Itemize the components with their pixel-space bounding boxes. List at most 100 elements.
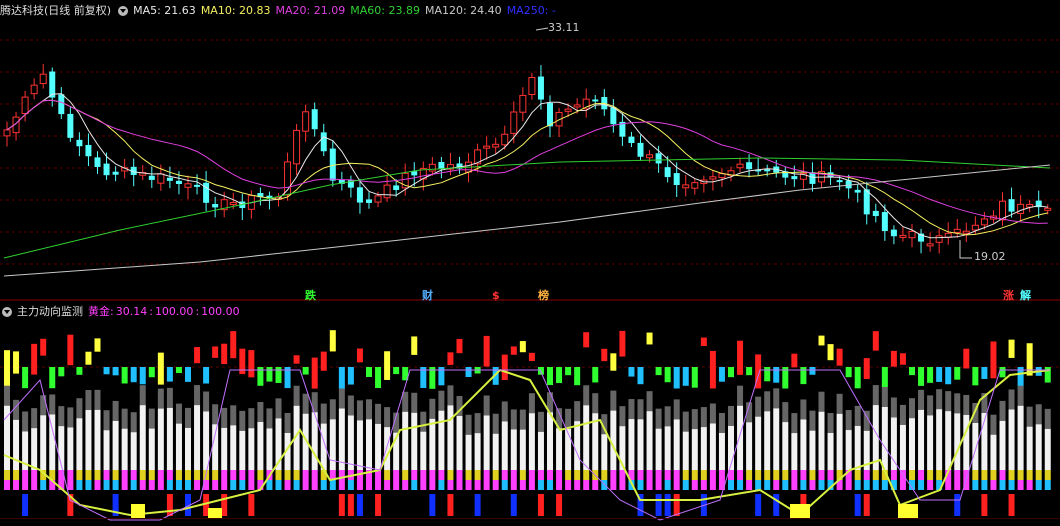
indicator-stack-mid (474, 470, 481, 480)
indicator-stack-low (40, 480, 47, 490)
indicator-stack-mid (547, 470, 553, 480)
indicator-stack-white (438, 410, 445, 470)
indicator-stack-gray (773, 388, 780, 409)
indicator-stack-gray (764, 391, 771, 412)
indicator-stack-white (185, 427, 191, 470)
chart-canvas[interactable] (0, 0, 1060, 526)
indicator-stack-gray (284, 412, 291, 433)
candle-up (184, 183, 192, 188)
indicator-stack-mid (185, 470, 191, 480)
indicator-bar-negative (682, 367, 689, 386)
indicator-title: 主力动向监测 (17, 305, 83, 318)
indicator-stack-gray (130, 412, 137, 433)
indicator-stack-mid (619, 470, 626, 480)
indicator-bar-negative (465, 367, 472, 378)
indicator-stack-gray (990, 414, 997, 435)
indicator-stack-low (67, 480, 74, 490)
indicator-stack-low (275, 480, 282, 490)
event-marker-drop[interactable]: 跌 (305, 289, 316, 303)
gold-signal-block (131, 504, 145, 518)
indicator-bar-positive (356, 348, 363, 363)
indicator-stack-white (447, 405, 454, 470)
indicator-stack-low (130, 480, 137, 490)
indicator-stack-low (347, 480, 354, 490)
candle-up (926, 243, 934, 247)
indicator-stack-mid (782, 470, 789, 480)
indicator-stack-white (103, 430, 110, 470)
event-marker-dividend[interactable]: $ (492, 289, 500, 303)
indicator-stack-mid (746, 470, 753, 480)
candle-down (537, 76, 544, 100)
indicator-stack-white (492, 433, 499, 470)
indicator-stack-gray (329, 399, 336, 420)
indicator-bar-positive (791, 353, 798, 368)
indicator-stack-white (918, 409, 925, 470)
candle-down (356, 187, 363, 203)
indicator-stack-white (203, 411, 210, 470)
indicator-stack-white (827, 432, 834, 470)
indicator-stack-white (465, 434, 472, 470)
indicator-stack-white (175, 423, 182, 470)
indicator-stack-gray (999, 400, 1006, 421)
indicator-stack-mid (402, 470, 409, 480)
indicator-bar-negative (999, 367, 1006, 378)
indicator-stack-mid (999, 470, 1006, 480)
indicator-stack-gray (420, 411, 427, 432)
candle-down (311, 109, 318, 130)
indicator-stack-gray (881, 386, 888, 407)
indicator-bar-positive (4, 350, 10, 389)
indicator-stack-gray (565, 408, 572, 429)
indicator-stack-mid (492, 470, 499, 480)
indicator-stack-mid (918, 470, 925, 480)
candle-down (438, 161, 445, 169)
indicator-stack-low (1008, 480, 1015, 490)
indicator-stack-mid (212, 470, 219, 480)
indicator-bar-negative (537, 367, 544, 375)
indicator-stack-gray (718, 413, 725, 434)
indicator-stack-white (909, 418, 915, 470)
indicator-bar-positive (13, 351, 20, 374)
indicator-stack-white (49, 414, 56, 470)
indicator-stack-mid (456, 470, 463, 480)
indicator-stack-low (791, 480, 798, 490)
indicator-bar-positive (456, 338, 463, 354)
indicator-stack-gray (592, 393, 599, 414)
indicator-bar-negative (121, 367, 128, 384)
event-marker-list[interactable]: 榜 (538, 289, 549, 303)
event-marker-rise[interactable]: 涨 (1003, 289, 1014, 303)
indicator-stack-mid (311, 470, 318, 480)
candle-up (736, 163, 744, 169)
indicator-menu-dropdown-icon[interactable] (2, 307, 12, 317)
candle-down (881, 212, 888, 232)
indicator-bar-negative (76, 367, 83, 375)
indicator-bar-negative (909, 367, 915, 376)
candle-up (501, 133, 509, 146)
indicator-bar-positive (94, 338, 101, 352)
indicator-stack-white (547, 412, 553, 470)
indicator-stack-low (384, 480, 391, 490)
indicator-bar-negative (655, 367, 662, 376)
candle-down (890, 229, 897, 237)
indicator-stack-gray (1026, 406, 1033, 427)
panel-menu-dropdown-icon[interactable] (118, 6, 129, 16)
event-marker-finance[interactable]: 财 (422, 289, 433, 303)
candle-up (428, 163, 436, 172)
indicator-stack-mid (67, 470, 74, 480)
event-marker-unlock[interactable]: 解 (1020, 289, 1031, 303)
candle-down (212, 204, 219, 208)
indicator-stack-low (284, 480, 291, 490)
indicator-stack-mid (818, 470, 825, 480)
indicator-stack-white (13, 419, 20, 470)
candle-up (302, 111, 310, 132)
indicator-bottom-bar (356, 494, 363, 516)
indicator-stack-mid (293, 470, 300, 480)
indicator-stack-mid (411, 470, 418, 480)
candle-down (628, 136, 635, 143)
indicator-bar-positive (872, 331, 879, 351)
ma20-label: MA20: 21.09 (275, 4, 346, 17)
indicator-stack-mid (429, 470, 436, 480)
indicator-stack-white (194, 405, 201, 470)
indicator-stack-white (583, 405, 590, 470)
indicator-stack-gray (194, 385, 201, 406)
indicator-stack-white (402, 411, 409, 470)
